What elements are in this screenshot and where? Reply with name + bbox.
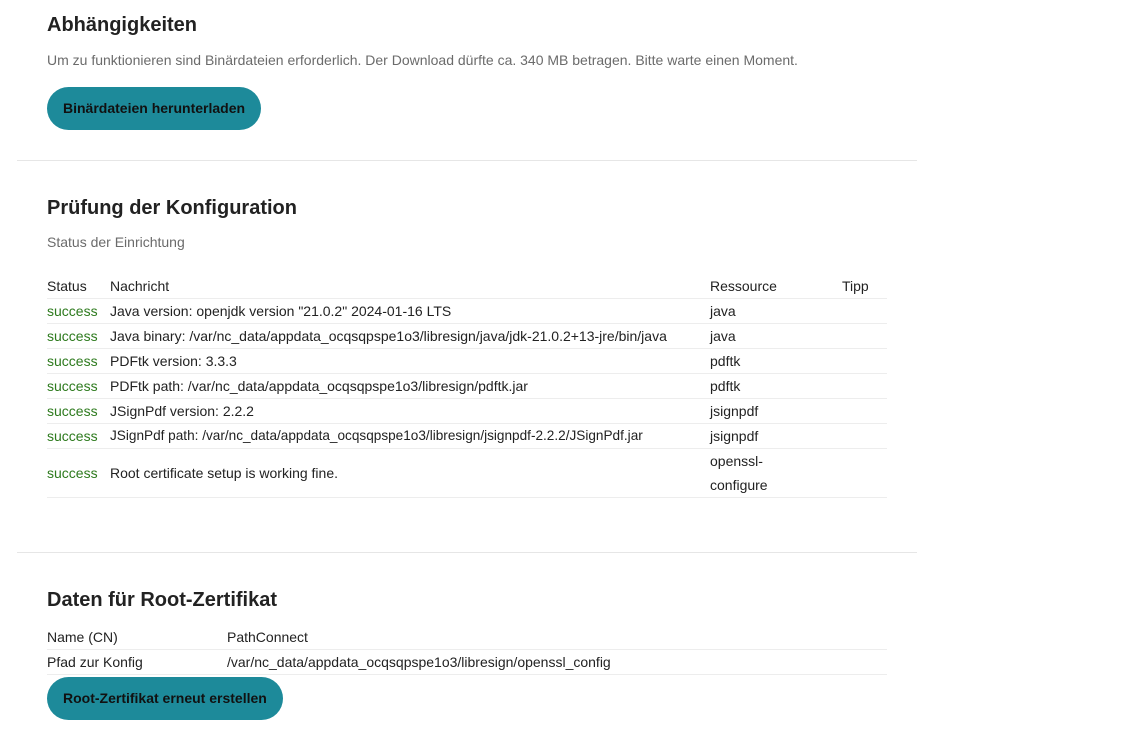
row-message: JSignPdf version: 2.2.2 xyxy=(110,398,710,424)
row-resource: pdftk xyxy=(710,348,842,374)
row-tip xyxy=(842,298,887,324)
table-row: success JSignPdf version: 2.2.2 jsignpdf xyxy=(47,398,887,424)
section-divider xyxy=(17,160,917,161)
table-row: success JSignPdf path: /var/nc_data/appd… xyxy=(47,423,887,449)
row-message: Java binary: /var/nc_data/appdata_ocqsqp… xyxy=(110,323,710,349)
row-tip xyxy=(842,423,887,449)
table-row: success PDFtk version: 3.3.3 pdftk xyxy=(47,348,887,374)
row-message: Root certificate setup is working fine. xyxy=(110,448,710,498)
row-resource: jsignpdf xyxy=(710,423,842,449)
regenerate-root-cert-button[interactable]: Root-Zertifikat erneut erstellen xyxy=(47,677,283,720)
row-message: PDFtk version: 3.3.3 xyxy=(110,348,710,374)
row-resource: pdftk xyxy=(710,373,842,399)
root-cert-title: Daten für Root-Zertifikat xyxy=(47,589,277,611)
config-check-section: Prüfung der Konfiguration Status der Ein… xyxy=(47,195,887,498)
table-row: success Java binary: /var/nc_data/appdat… xyxy=(47,323,887,349)
row-message: JSignPdf path: /var/nc_data/appdata_ocqs… xyxy=(110,423,710,449)
table-row: success PDFtk path: /var/nc_data/appdata… xyxy=(47,373,887,399)
row-tip xyxy=(842,448,887,498)
row-tip xyxy=(842,398,887,424)
row-status: success xyxy=(47,398,110,424)
config-status-table: Status Nachricht Ressource Tipp success … xyxy=(47,273,887,498)
table-row: success Java version: openjdk version "2… xyxy=(47,298,887,324)
column-header-resource: Ressource xyxy=(710,273,842,299)
row-status: success xyxy=(47,448,110,498)
row-resource: java xyxy=(710,323,842,349)
table-row: Pfad zur Konfig /var/nc_data/appdata_ocq… xyxy=(47,649,887,675)
cert-field-label: Name (CN) xyxy=(47,625,227,650)
row-tip xyxy=(842,373,887,399)
table-header-row: Status Nachricht Ressource Tipp xyxy=(47,273,887,299)
dependencies-title: Abhängigkeiten xyxy=(47,14,198,36)
row-resource: jsignpdf xyxy=(710,398,842,424)
row-status: success xyxy=(47,373,110,399)
row-resource: openssl-configure xyxy=(710,448,842,498)
root-cert-section: Daten für Root-Zertifikat Name (CN) Path… xyxy=(47,587,887,720)
row-tip xyxy=(842,348,887,374)
root-cert-table: Name (CN) PathConnect Pfad zur Konfig /v… xyxy=(47,625,887,675)
row-status: success xyxy=(47,323,110,349)
column-header-tip: Tipp xyxy=(842,273,887,299)
config-check-title: Prüfung der Konfiguration xyxy=(47,197,297,219)
column-header-message: Nachricht xyxy=(110,273,710,299)
dependencies-section: Abhängigkeiten Um zu funktionieren sind … xyxy=(47,12,887,130)
table-row: success Root certificate setup is workin… xyxy=(47,448,887,498)
row-message: PDFtk path: /var/nc_data/appdata_ocqsqps… xyxy=(110,373,710,399)
column-header-status: Status xyxy=(47,273,110,299)
row-resource: java xyxy=(710,298,842,324)
download-binaries-button[interactable]: Binärdateien herunterladen xyxy=(47,87,262,130)
cert-field-value: /var/nc_data/appdata_ocqsqpspe1o3/libres… xyxy=(227,649,887,675)
dependencies-description: Um zu funktionieren sind Binärdateien er… xyxy=(47,52,798,68)
row-status: success xyxy=(47,348,110,374)
config-check-subtitle: Status der Einrichtung xyxy=(47,234,185,250)
row-message: Java version: openjdk version "21.0.2" 2… xyxy=(110,298,710,324)
row-tip xyxy=(842,323,887,349)
table-row: Name (CN) PathConnect xyxy=(47,625,887,650)
cert-field-label: Pfad zur Konfig xyxy=(47,649,227,675)
row-status: success xyxy=(47,298,110,324)
row-status: success xyxy=(47,423,110,449)
section-divider xyxy=(17,552,917,553)
cert-field-value: PathConnect xyxy=(227,625,887,650)
